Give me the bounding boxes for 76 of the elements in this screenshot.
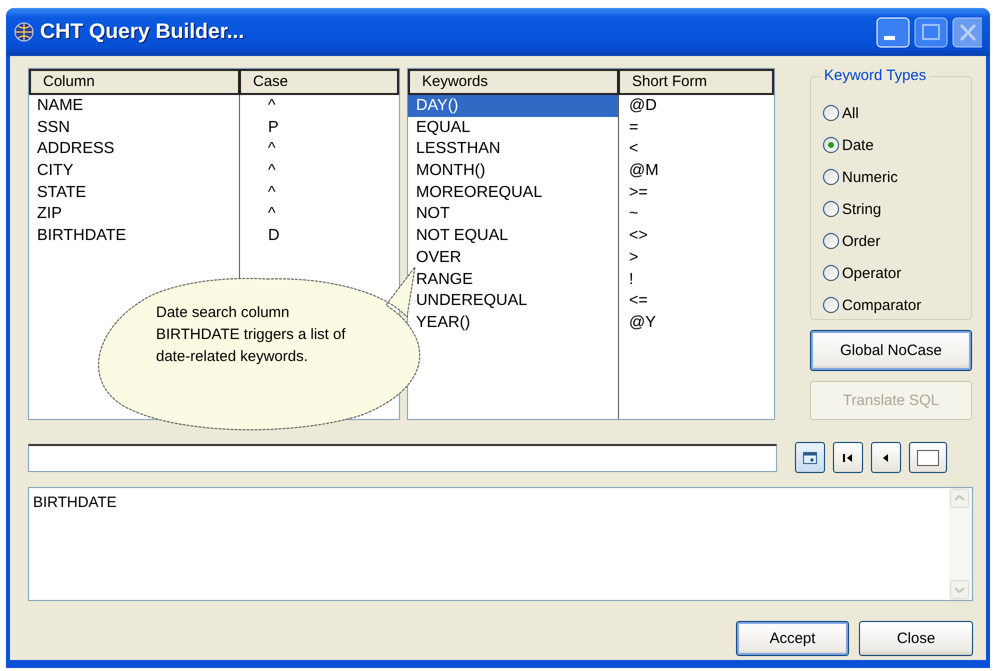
list-item[interactable]: ADDRESS	[33, 138, 118, 160]
column-header[interactable]: Column	[29, 69, 240, 95]
radio-label[interactable]: Comparator	[842, 296, 922, 314]
calendar-button[interactable]	[795, 442, 825, 473]
radio-button[interactable]	[823, 137, 839, 153]
list-cell[interactable]: @Y	[625, 312, 660, 334]
query-text-area[interactable]: BIRTHDATE	[28, 487, 973, 601]
radio-label[interactable]: All	[842, 104, 859, 122]
column-header[interactable]: Case	[240, 69, 399, 95]
radio-button[interactable]	[823, 201, 839, 217]
skip-back-icon	[843, 452, 853, 462]
radio-label[interactable]: Numeric	[842, 168, 898, 186]
radio-label[interactable]: Operator	[842, 264, 902, 282]
blank-button[interactable]	[909, 442, 947, 473]
list-item[interactable]: MONTH()	[412, 160, 490, 182]
tooltip-text: Date search column BIRTHDATE triggers a list of date-related keywords.	[156, 303, 346, 367]
list-item[interactable]: NAME	[33, 95, 88, 117]
skip-back-button[interactable]	[833, 442, 863, 473]
list-cell[interactable]: ^	[264, 138, 280, 160]
radio-label[interactable]: Order	[842, 232, 880, 250]
list-item[interactable]: CITY	[33, 160, 78, 182]
list-cell[interactable]: P	[264, 116, 283, 138]
list-item[interactable]: ZIP	[33, 203, 66, 226]
list-cell[interactable]: =	[625, 116, 642, 138]
keyword-list[interactable]: Keywords Short Form DAY() EQUAL LESSTHAN MONTH() MOREOREQUAL NOT NOT EQUAL OVER RANGE UNDEREQUAL YEAR() @D = < @M >= ~ <> > ! <= @Y	[407, 68, 775, 420]
list-cell[interactable]: ^	[264, 160, 280, 182]
column-header[interactable]: Keywords	[408, 69, 619, 95]
radio-button[interactable]	[823, 169, 839, 185]
list-item[interactable]: MOREOREQUAL	[412, 182, 546, 204]
list-item[interactable]: EQUAL	[412, 116, 474, 138]
list-item[interactable]: NOT	[412, 203, 454, 226]
list-cell[interactable]: !	[625, 268, 638, 290]
action-button[interactable]: Accept	[736, 621, 849, 656]
list-item[interactable]: OVER	[412, 246, 466, 268]
list-cell[interactable]: ^	[264, 182, 280, 204]
radio-label[interactable]: String	[842, 200, 882, 218]
radio-button[interactable]	[823, 265, 839, 281]
query-field[interactable]	[28, 444, 777, 472]
list-cell[interactable]: @M	[625, 160, 663, 182]
group-title: Keyword Types	[821, 67, 930, 84]
list-cell[interactable]: >	[625, 246, 642, 268]
list-item[interactable]: NOT EQUAL	[412, 225, 512, 247]
list-cell[interactable]: >=	[625, 182, 652, 204]
radio-button[interactable]	[823, 297, 839, 313]
list-cell[interactable]: ~	[625, 203, 642, 226]
radio-button[interactable]	[823, 105, 839, 121]
query-text: BIRTHDATE	[32, 493, 118, 513]
globe-icon	[14, 22, 34, 42]
list-item[interactable]: STATE	[33, 182, 90, 204]
list-item[interactable]: LESSTHAN	[412, 138, 504, 160]
radio-label[interactable]: Date	[842, 136, 874, 154]
list-item[interactable]: RANGE	[412, 268, 477, 290]
window-title: CHT Query Builder...	[40, 20, 244, 44]
list-cell[interactable]: D	[264, 225, 284, 247]
action-button[interactable]: Close	[859, 621, 973, 656]
list-cell[interactable]: <=	[625, 290, 652, 312]
blank-icon	[917, 450, 939, 466]
calendar-icon	[803, 452, 817, 464]
caret-left-button[interactable]	[871, 442, 901, 473]
list-item[interactable]: SSN	[33, 116, 74, 138]
list-item[interactable]: DAY()	[408, 95, 618, 117]
action-button[interactable]: Global NoCase	[810, 330, 972, 371]
column-header[interactable]: Short Form	[619, 69, 774, 95]
list-cell[interactable]: @D	[625, 95, 661, 117]
list-item[interactable]: BIRTHDATE	[33, 225, 130, 247]
list-item[interactable]: UNDEREQUAL	[412, 290, 532, 312]
radio-button[interactable]	[823, 233, 839, 249]
caret-left-icon	[883, 452, 889, 462]
close-icon[interactable]	[952, 16, 982, 48]
list-cell[interactable]: <	[625, 138, 642, 160]
list-item[interactable]: YEAR()	[412, 312, 474, 334]
list-cell[interactable]: <>	[625, 225, 652, 247]
list-cell[interactable]: ^	[264, 95, 280, 117]
list-cell[interactable]: ^	[264, 203, 280, 226]
minimize-icon[interactable]	[876, 16, 910, 48]
maximize-icon[interactable]	[914, 16, 948, 48]
